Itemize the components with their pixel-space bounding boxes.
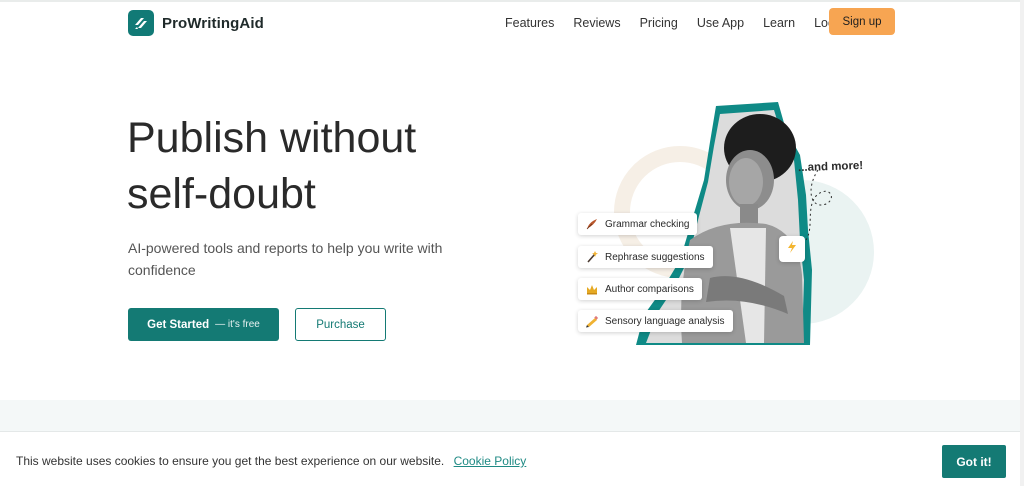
pencil-icon <box>585 314 599 328</box>
feature-author: Author comparisons <box>578 278 702 300</box>
nav-pricing[interactable]: Pricing <box>640 16 678 30</box>
feature-sensory-label: Sensory language analysis <box>605 315 725 327</box>
brand-mark-icon <box>128 10 154 36</box>
hero-title: Publish without self-doubt <box>127 110 527 222</box>
nav-features[interactable]: Features <box>505 16 554 30</box>
hero-title-line1: Publish without <box>127 114 417 162</box>
logo[interactable]: ProWritingAid <box>128 10 264 36</box>
get-started-aux: — it's free <box>215 319 260 330</box>
feature-rephrase: Rephrase suggestions <box>578 246 713 268</box>
get-started-label: Get Started <box>147 318 210 331</box>
crown-icon <box>585 282 599 296</box>
lightning-icon <box>785 240 799 259</box>
brand-name: ProWritingAid <box>162 14 264 32</box>
main-nav: Features Reviews Pricing Use App Learn L… <box>505 16 867 30</box>
nav-reviews[interactable]: Reviews <box>573 16 620 30</box>
neck <box>740 204 758 226</box>
quill-icon <box>585 217 599 231</box>
signup-button[interactable]: Sign up <box>829 8 895 35</box>
feature-author-label: Author comparisons <box>605 283 694 295</box>
get-started-button[interactable]: Get Started — it's free <box>128 308 279 341</box>
feature-grammar: Grammar checking <box>578 213 698 235</box>
feature-rephrase-label: Rephrase suggestions <box>605 251 705 263</box>
scrollbar[interactable] <box>1020 0 1024 486</box>
site-header: ProWritingAid Features Reviews Pricing U… <box>0 2 1024 46</box>
hero-subtitle: AI-powered tools and reports to help you… <box>128 240 443 278</box>
and-more-label: ...and more! <box>797 159 864 175</box>
feature-sensory: Sensory language analysis <box>578 310 733 332</box>
cookie-accept-button[interactable]: Got it! <box>942 445 1006 478</box>
cookie-banner: This website uses cookies to ensure you … <box>0 431 1020 486</box>
hero-title-line2: self-doubt <box>127 170 316 218</box>
cookie-policy-link[interactable]: Cookie Policy <box>454 454 527 468</box>
lightning-badge <box>779 236 805 262</box>
nav-learn[interactable]: Learn <box>763 16 795 30</box>
nav-use-app[interactable]: Use App <box>697 16 744 30</box>
purchase-button[interactable]: Purchase <box>295 308 386 341</box>
cookie-message: This website uses cookies to ensure you … <box>16 454 526 468</box>
cookie-text: This website uses cookies to ensure you … <box>16 454 445 468</box>
feature-grammar-label: Grammar checking <box>605 218 690 230</box>
magic-wand-icon <box>585 250 599 264</box>
